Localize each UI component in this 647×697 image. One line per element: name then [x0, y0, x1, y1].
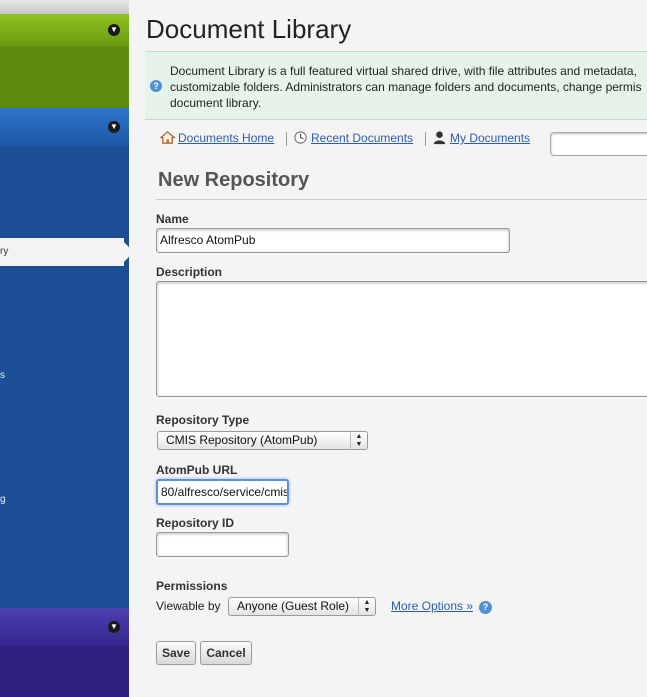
sidebar-panel-header-green[interactable]: ▼ [0, 14, 129, 46]
info-line: document library. [170, 96, 262, 110]
info-text: Document Library is a full featured virt… [170, 63, 647, 111]
main-content: Document Library ? Document Library is a… [129, 0, 647, 697]
info-box: ? Document Library is a full featured vi… [145, 51, 647, 120]
info-line: customizable folders. Administrators can… [170, 80, 642, 94]
select-arrows-icon: ▲ ▼ [358, 598, 375, 616]
repository-type-value: CMIS Repository (AtomPub) [166, 433, 318, 447]
save-button[interactable]: Save [156, 641, 196, 665]
description-field[interactable] [156, 281, 647, 397]
sidebar-item[interactable]: g [0, 494, 6, 505]
user-icon [433, 131, 446, 145]
atompub-url-field[interactable]: 80/alfresco/service/cmis [156, 479, 289, 505]
atompub-url-label: AtomPub URL [156, 463, 238, 477]
sidebar: ▼ ▼ s g ry ▼ [0, 0, 129, 697]
sidebar-panel-header-purple[interactable]: ▼ [0, 608, 129, 646]
info-line: Document Library is a full featured virt… [170, 64, 637, 78]
help-icon[interactable]: ? [479, 601, 492, 614]
divider [156, 199, 647, 200]
sidebar-panel-body-green [0, 46, 129, 108]
viewable-by-label: Viewable by [156, 599, 221, 613]
select-arrows-icon: ▲ ▼ [350, 432, 367, 450]
form-title: New Repository [158, 169, 310, 191]
sidebar-panel-body-purple [0, 646, 129, 697]
collapse-icon[interactable]: ▼ [108, 121, 120, 133]
documents-home-link[interactable]: Documents Home [160, 130, 274, 145]
viewable-by-select[interactable]: Anyone (Guest Role) ▲ ▼ [228, 597, 376, 616]
name-label: Name [156, 212, 189, 226]
sidebar-panel-body-blue: s g [0, 146, 129, 608]
page-title: Document Library [146, 14, 352, 44]
sidebar-top-strip [0, 0, 129, 14]
sidebar-item[interactable]: s [0, 370, 5, 381]
collapse-icon[interactable]: ▼ [108, 24, 120, 36]
more-options-link[interactable]: More Options » [391, 599, 473, 613]
sidebar-item-selected[interactable]: ry [0, 238, 124, 266]
repository-type-select[interactable]: CMIS Repository (AtomPub) ▲ ▼ [157, 431, 368, 450]
home-icon [160, 131, 175, 144]
my-documents-link[interactable]: My Documents [432, 130, 530, 145]
sidebar-item-label: ry [0, 246, 9, 257]
documents-home-label: Documents Home [178, 131, 275, 145]
search-input[interactable] [550, 132, 647, 156]
nav-separator [425, 132, 426, 146]
permissions-label: Permissions [156, 579, 228, 593]
nav-separator [286, 132, 287, 146]
repository-type-label: Repository Type [156, 413, 250, 427]
viewable-by-value: Anyone (Guest Role) [237, 599, 350, 613]
my-documents-label: My Documents [450, 131, 531, 145]
description-label: Description [156, 265, 223, 279]
sidebar-panel-header-blue[interactable]: ▼ [0, 108, 129, 146]
recent-documents-link[interactable]: Recent Documents [293, 130, 413, 145]
clock-icon [294, 131, 307, 144]
cancel-button[interactable]: Cancel [200, 641, 252, 665]
collapse-icon[interactable]: ▼ [108, 621, 120, 633]
info-icon: ? [150, 80, 162, 92]
repository-id-field[interactable] [156, 532, 289, 557]
recent-documents-label: Recent Documents [311, 131, 414, 145]
repository-id-label: Repository ID [156, 516, 235, 530]
name-field[interactable]: Alfresco AtomPub [156, 228, 510, 253]
